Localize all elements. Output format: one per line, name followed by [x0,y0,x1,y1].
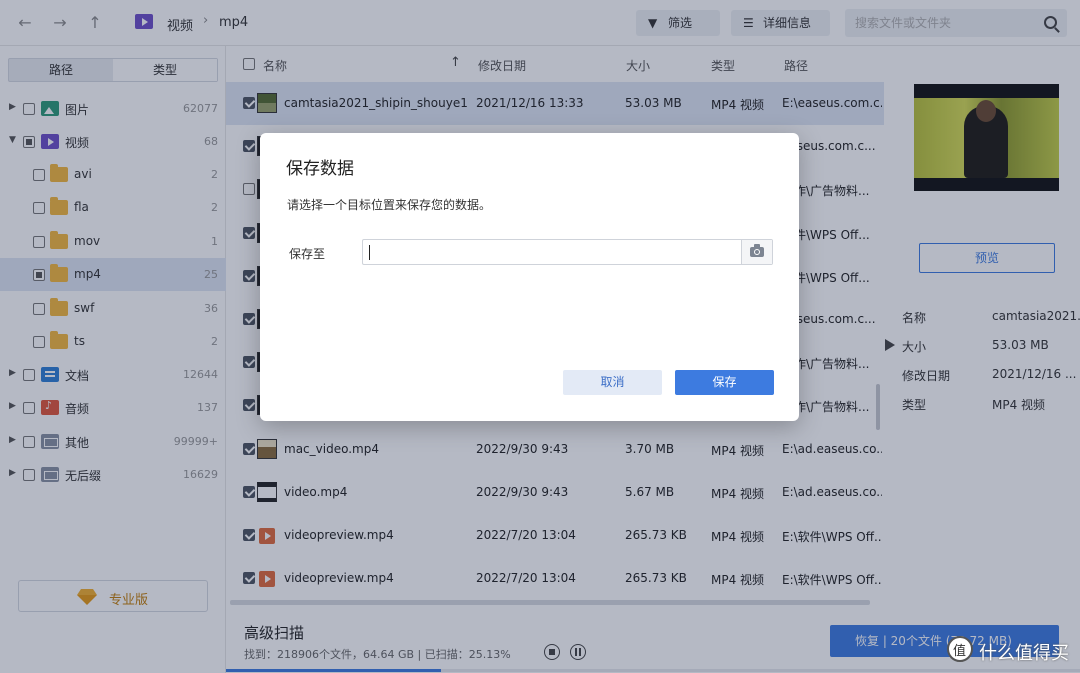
cancel-button[interactable]: 取消 [563,370,662,395]
save-data-dialog: 保存数据 请选择一个目标位置来保存您的数据。 保存至 取消 保存 [260,133,799,421]
camera-icon [750,244,764,257]
save-location-input[interactable] [369,243,739,261]
save-location-field [362,239,773,265]
watermark: 什么值得买 [947,634,1077,666]
dialog-message: 请选择一个目标位置来保存您的数据。 [287,198,492,212]
watermark-text: 什么值得买 [979,643,1069,664]
dialog-title: 保存数据 [286,159,354,179]
save-button[interactable]: 保存 [675,370,774,395]
browse-folder-button[interactable] [741,240,772,264]
save-location-label: 保存至 [289,247,326,261]
watermark-logo-icon [947,636,973,662]
